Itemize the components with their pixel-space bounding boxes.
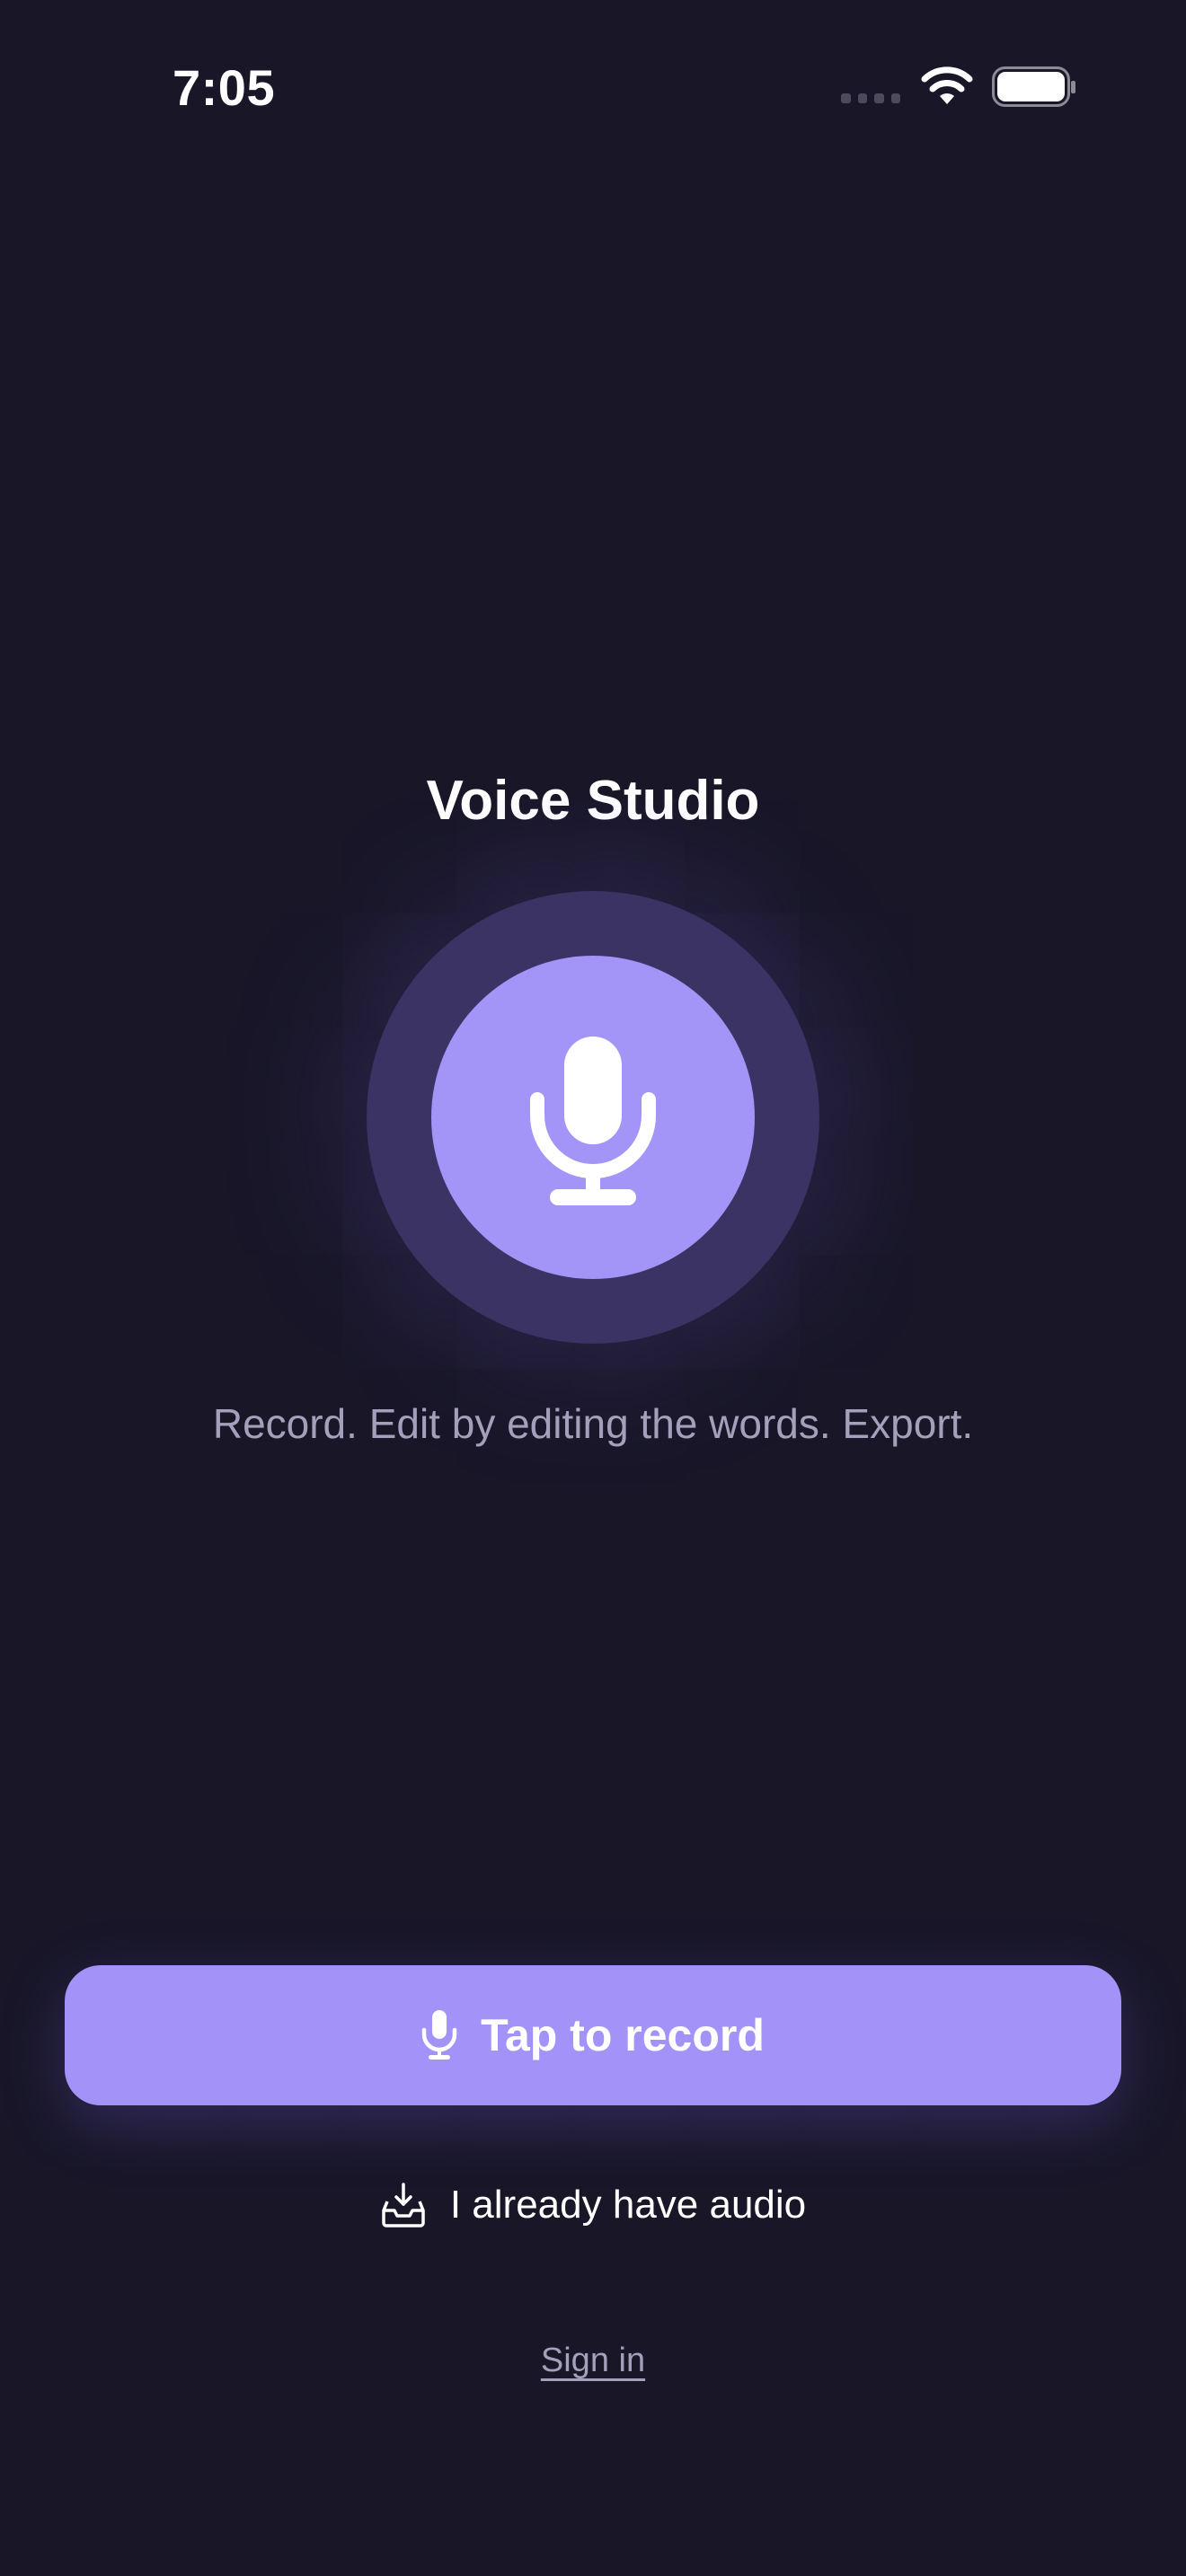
- app-title: Voice Studio: [426, 770, 760, 832]
- tagline: Record. Edit by editing the words. Expor…: [212, 1400, 974, 1447]
- already-have-audio-label: I already have audio: [449, 2183, 807, 2227]
- microphone-icon: [421, 2010, 457, 2060]
- battery-icon: [992, 66, 1075, 107]
- already-have-audio-link[interactable]: I already have audio: [0, 2175, 1186, 2235]
- microphone-icon: [530, 1037, 656, 1205]
- sign-in-link[interactable]: Sign in: [0, 2333, 1186, 2387]
- status-time: 7:05: [173, 59, 276, 116]
- mic-ring: [367, 891, 819, 1344]
- inbox-download-icon: [382, 2183, 425, 2228]
- wifi-icon: [921, 66, 973, 104]
- tap-to-record-label: Tap to record: [481, 2010, 765, 2060]
- signal-dots-icon: [841, 93, 900, 106]
- tap-to-record-button[interactable]: Tap to record: [65, 1965, 1121, 2105]
- record-mic-button[interactable]: [431, 956, 755, 1279]
